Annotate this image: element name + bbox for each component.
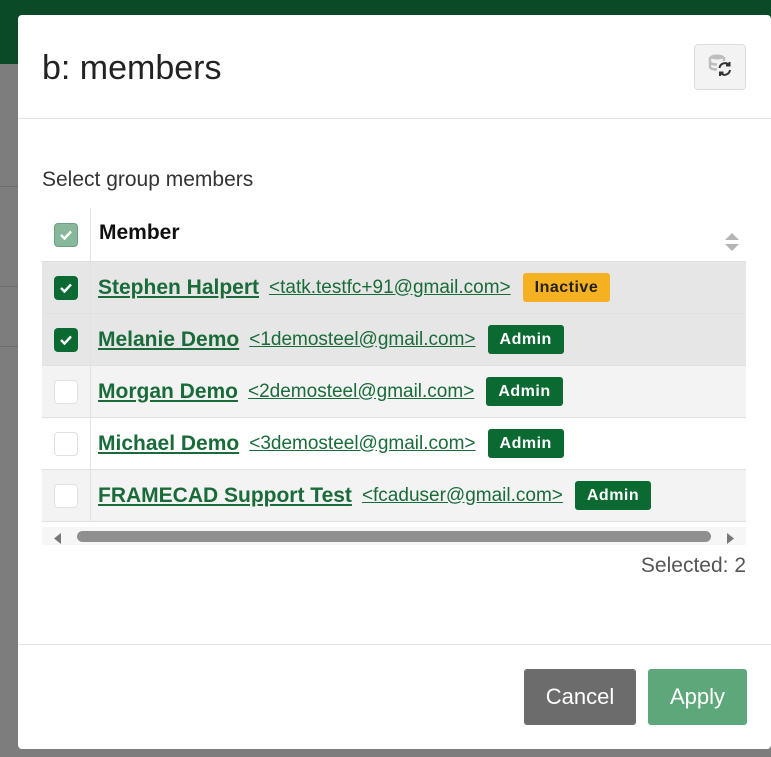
member-name-link[interactable]: Michael Demo	[98, 432, 239, 456]
member-name-link[interactable]: Stephen Halpert	[98, 276, 259, 300]
member-email-link[interactable]: <3demosteel@gmail.com>	[249, 433, 475, 455]
background-divider	[0, 186, 18, 187]
table-header: Member	[42, 208, 746, 262]
member-cell: Michael Demo <3demosteel@gmail.com> Admi…	[91, 418, 746, 469]
members-dialog: b: members Select group members Member S…	[18, 15, 771, 749]
refresh-button[interactable]	[694, 44, 746, 90]
member-email-link[interactable]: <tatk.testfc+91@gmail.com>	[269, 277, 511, 299]
table-row[interactable]: Michael Demo <3demosteel@gmail.com> Admi…	[42, 418, 746, 470]
role-badge: Admin	[574, 481, 652, 510]
member-cell: FRAMECAD Support Test <fcaduser@gmail.co…	[91, 470, 746, 521]
apply-button[interactable]: Apply	[648, 669, 747, 725]
row-checkbox[interactable]	[54, 327, 78, 352]
row-select-cell	[42, 470, 91, 521]
members-table: Member Stephen Halpert <tatk.testfc+91@g…	[42, 208, 746, 522]
table-row[interactable]: Stephen Halpert <tatk.testfc+91@gmail.co…	[42, 262, 746, 314]
check-icon	[60, 335, 72, 345]
member-column-label: Member	[99, 221, 180, 244]
member-name-link[interactable]: Morgan Demo	[98, 380, 238, 404]
select-all-cell	[42, 208, 91, 261]
dialog-header: b: members	[18, 15, 771, 119]
member-cell: Melanie Demo <1demosteel@gmail.com> Admi…	[91, 314, 746, 365]
member-cell: Morgan Demo <2demosteel@gmail.com> Admin	[91, 366, 746, 417]
scroll-right-arrow-icon[interactable]	[726, 531, 734, 549]
section-label: Select group members	[42, 168, 254, 191]
member-email-link[interactable]: <1demosteel@gmail.com>	[249, 329, 475, 351]
status-badge: Inactive	[522, 273, 611, 302]
check-icon	[60, 283, 72, 293]
row-select-cell	[42, 262, 91, 313]
cancel-button[interactable]: Cancel	[524, 669, 636, 725]
table-row[interactable]: FRAMECAD Support Test <fcaduser@gmail.co…	[42, 470, 746, 522]
table-row[interactable]: Melanie Demo <1demosteel@gmail.com> Admi…	[42, 314, 746, 366]
member-column-header[interactable]: Member	[91, 208, 746, 261]
sort-icon[interactable]	[724, 231, 740, 259]
background-divider	[0, 346, 18, 347]
row-select-cell	[42, 366, 91, 417]
scroll-left-arrow-icon[interactable]	[54, 531, 62, 549]
select-all-checkbox[interactable]	[54, 222, 78, 247]
scroll-thumb[interactable]	[77, 531, 711, 542]
role-badge: Admin	[487, 325, 564, 354]
row-select-cell	[42, 418, 91, 469]
dialog-title: b: members	[42, 49, 222, 87]
check-icon	[60, 230, 72, 240]
background-divider	[0, 286, 18, 287]
member-name-link[interactable]: FRAMECAD Support Test	[98, 484, 352, 508]
role-badge: Admin	[486, 377, 563, 406]
row-checkbox[interactable]	[54, 431, 78, 456]
footer-divider	[18, 644, 771, 645]
member-cell: Stephen Halpert <tatk.testfc+91@gmail.co…	[91, 262, 746, 313]
role-badge: Admin	[487, 429, 564, 458]
row-select-cell	[42, 314, 91, 365]
selected-count: Selected: 2	[640, 554, 746, 577]
member-email-link[interactable]: <fcaduser@gmail.com>	[362, 485, 563, 507]
row-checkbox[interactable]	[54, 275, 78, 300]
database-refresh-icon	[707, 52, 733, 83]
row-checkbox[interactable]	[54, 483, 78, 508]
member-name-link[interactable]: Melanie Demo	[98, 328, 239, 352]
row-checkbox[interactable]	[54, 379, 78, 404]
member-email-link[interactable]: <2demosteel@gmail.com>	[248, 381, 474, 403]
horizontal-scrollbar[interactable]	[42, 527, 746, 545]
table-row[interactable]: Morgan Demo <2demosteel@gmail.com> Admin	[42, 366, 746, 418]
